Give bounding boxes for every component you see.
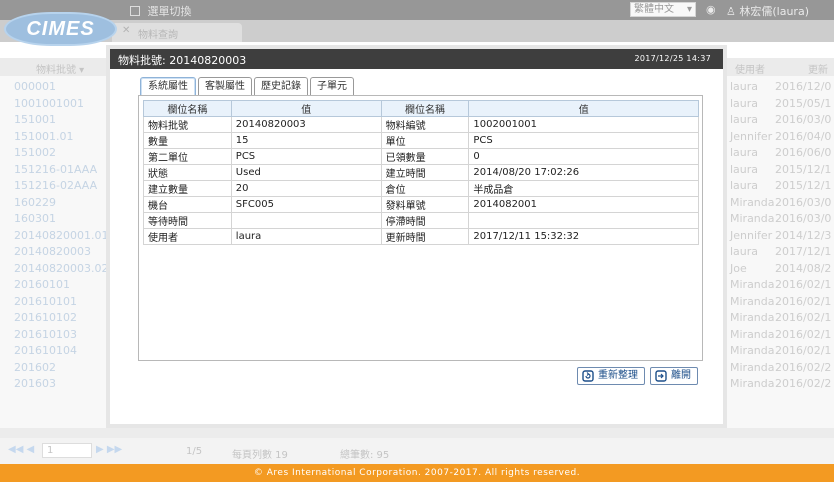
- copyright-footer: © Ares International Corporation. 2007-2…: [0, 464, 834, 482]
- attributes-panel: 欄位名稱 值 欄位名稱 值 物料批號 20140820003 物料編號 1002001…: [138, 95, 703, 361]
- field-value: 2017/12/11 15:32:32: [468, 228, 699, 245]
- attribute-row: 使用者 laura 更新時間 2017/12/11 15:32:32: [143, 228, 699, 245]
- field-name: 建立數量: [143, 180, 232, 197]
- header-field-name: 欄位名稱: [143, 100, 232, 117]
- field-name: 倉位: [380, 180, 470, 197]
- tab-system-attributes[interactable]: 系統屬性: [140, 77, 196, 97]
- field-name: 發料單號: [380, 196, 470, 213]
- field-value: 半成品倉: [468, 180, 699, 197]
- field-value: 15: [230, 132, 382, 149]
- field-name: 機台: [143, 196, 232, 213]
- field-value: [230, 212, 382, 229]
- field-value: 2014/08/20 17:02:26: [468, 164, 699, 181]
- field-value: SFC005: [230, 196, 382, 213]
- header-value-2: 值: [468, 100, 699, 117]
- dialog-body: 物料批號: 20140820003 2017/12/25 14:37 系統屬性 …: [110, 49, 723, 424]
- attributes-header-row: 欄位名稱 值 欄位名稱 值: [143, 100, 699, 117]
- field-value: 20140820003: [230, 116, 382, 133]
- attribute-row: 物料批號 20140820003 物料編號 1002001001: [143, 116, 699, 133]
- tab-sub-units[interactable]: 子單元: [310, 77, 354, 96]
- field-value: 20: [230, 180, 382, 197]
- field-name: 狀態: [143, 164, 232, 181]
- field-value: [468, 212, 699, 229]
- attributes-table: 欄位名稱 值 欄位名稱 值 物料批號 20140820003 物料編號 1002001…: [143, 100, 699, 245]
- leave-button[interactable]: 離開: [650, 367, 698, 385]
- field-name: 數量: [143, 132, 232, 149]
- field-value: 1002001001: [468, 116, 699, 133]
- attribute-row: 狀態 Used 建立時間 2014/08/20 17:02:26: [143, 164, 699, 181]
- field-name: 第二單位: [143, 148, 232, 165]
- field-name: 物料批號: [143, 116, 232, 133]
- refresh-button[interactable]: 重新整理: [577, 367, 645, 385]
- field-value: PCS: [468, 132, 699, 149]
- field-name: 更新時間: [380, 228, 470, 245]
- header-value: 值: [230, 100, 382, 117]
- field-name: 停滯時間: [380, 212, 470, 229]
- leave-button-label: 離開: [671, 370, 691, 381]
- field-name: 使用者: [143, 228, 232, 245]
- dialog-title-bar: 物料批號: 20140820003 2017/12/25 14:37: [110, 49, 723, 69]
- field-name: 單位: [380, 132, 470, 149]
- field-name: 等待時間: [143, 212, 232, 229]
- dialog-title: 物料批號: 20140820003: [118, 54, 247, 67]
- field-value: Used: [230, 164, 382, 181]
- tab-custom-attributes[interactable]: 客製屬性: [198, 77, 252, 96]
- lot-detail-dialog: 物料批號: 20140820003 2017/12/25 14:37 系統屬性 …: [106, 45, 727, 428]
- header-field-name-2: 欄位名稱: [380, 100, 470, 117]
- field-value: 2014082001: [468, 196, 699, 213]
- refresh-button-label: 重新整理: [598, 370, 638, 381]
- refresh-icon: [582, 370, 594, 382]
- field-name: 建立時間: [380, 164, 470, 181]
- tab-history[interactable]: 歷史記錄: [254, 77, 308, 96]
- field-value: laura: [230, 228, 382, 245]
- attribute-row: 第二單位 PCS 已領數量 0: [143, 148, 699, 165]
- field-name: 已領數量: [380, 148, 470, 165]
- attribute-row: 等待時間 停滯時間: [143, 212, 699, 229]
- attribute-row: 機台 SFC005 發料單號 2014082001: [143, 196, 699, 213]
- exit-icon: [655, 370, 667, 382]
- attribute-row: 建立數量 20 倉位 半成品倉: [143, 180, 699, 197]
- attribute-row: 數量 15 單位 PCS: [143, 132, 699, 149]
- field-name: 物料編號: [380, 116, 470, 133]
- field-value: 0: [468, 148, 699, 165]
- field-value: PCS: [230, 148, 382, 165]
- dialog-datetime: 2017/12/25 14:37: [634, 54, 711, 63]
